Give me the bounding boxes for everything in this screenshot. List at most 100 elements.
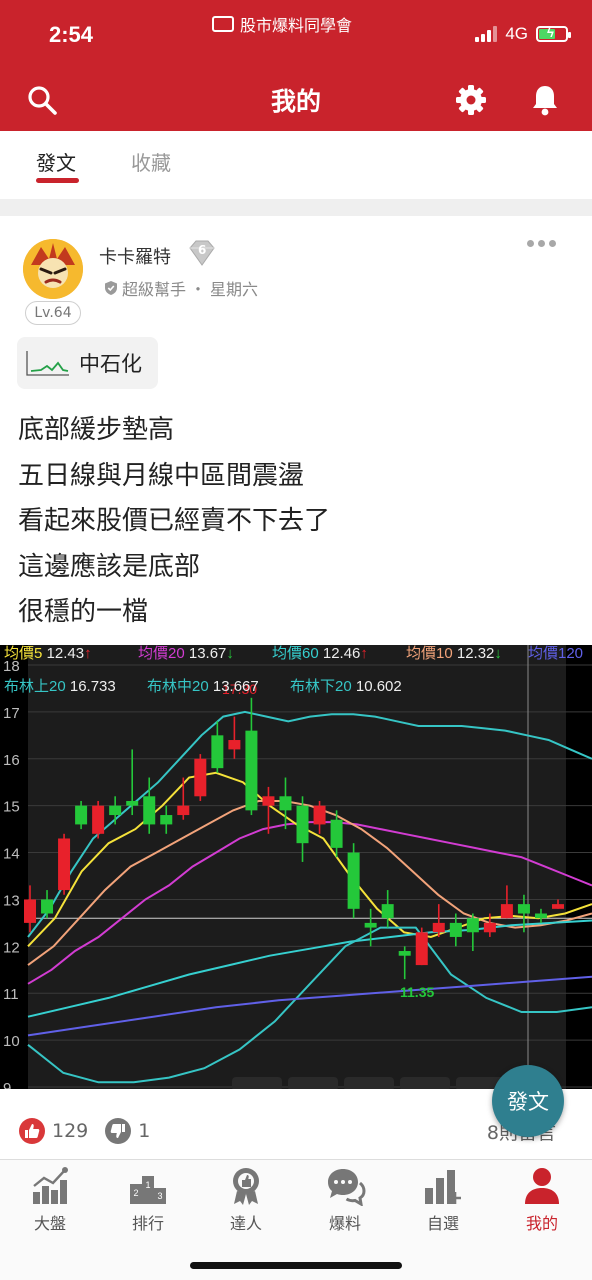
bollinger-legend-item: 布林上20 16.733 [4, 678, 116, 695]
candle-body [483, 922, 496, 933]
watchlist-chart-icon [425, 1170, 461, 1204]
dislike-count: 1 [138, 1120, 151, 1142]
post-line: 底部緩步墊高 [18, 415, 175, 445]
candle-body [177, 805, 190, 816]
y-tick-label: 10 [3, 1033, 20, 1050]
market-chart-icon [33, 1167, 68, 1204]
nav-label: 我的 [525, 1214, 558, 1233]
y-tick-label: 12 [3, 939, 20, 956]
nav-label: 大盤 [33, 1214, 66, 1233]
nav-label: 達人 [229, 1214, 262, 1233]
carrier-text: 股市爆料同學會 [240, 16, 353, 35]
tab-active-indicator [36, 178, 79, 183]
candle-body [228, 740, 241, 750]
y-tick-label: 17 [3, 705, 20, 722]
chart-low-label: 11.35 [400, 984, 434, 1000]
candle-body [279, 796, 292, 811]
candle-body [296, 805, 309, 844]
post-body: 底部緩步墊高 五日線與月線中區間震盪 看起來股價已經賣不下去了 這邊應該是底部 … [18, 408, 578, 636]
compose-post-button[interactable]: 發文 [492, 1065, 564, 1137]
like-button[interactable] [19, 1118, 45, 1144]
svg-text:1: 1 [145, 1180, 150, 1190]
y-tick-label: 13 [3, 892, 20, 909]
stock-tag[interactable]: 中石化 [17, 337, 158, 389]
page-title: 我的 [270, 87, 321, 116]
stock-tag-name: 中石化 [79, 352, 142, 376]
carrier-label: 股市爆料同學會 [212, 12, 352, 36]
candle-body [211, 735, 224, 769]
app-screen: 2:54 股市爆料同學會 4G ϟ 我的 發文 收藏 Lv.64 卡卡羅特 6 … [0, 0, 592, 1280]
nav-market[interactable]: 大盤 [10, 1166, 90, 1234]
home-indicator [190, 1262, 402, 1269]
y-tick-label: 14 [3, 846, 20, 863]
legend-item: 均價10 12.32↓ [406, 645, 502, 662]
podium-icon: 1 2 3 [130, 1176, 166, 1204]
candle-body [432, 922, 445, 933]
expert-medal-icon [233, 1168, 259, 1205]
candlestick-chart: 181716151413121110917.3011.35均價5 12.43↑ 均… [0, 645, 592, 1089]
chat-bubbles-icon [328, 1169, 366, 1206]
nav-tips[interactable]: 爆料 [305, 1166, 385, 1234]
legend-item: 均價20 13.67↓ [138, 645, 234, 662]
nav-watchlist[interactable]: 自選 [403, 1166, 483, 1234]
chart-toolbar-button [288, 1077, 338, 1089]
tab-bar: 發文 收藏 [0, 131, 592, 199]
candle-body [381, 904, 394, 919]
candle-body [364, 922, 377, 928]
gear-icon[interactable] [453, 82, 489, 118]
candle-body [41, 899, 54, 914]
post-line: 五日線與月線中區間震盪 [18, 460, 305, 491]
candle-body [500, 904, 513, 919]
tab-posts[interactable]: 發文 [36, 147, 76, 176]
candle-body [24, 899, 36, 923]
author-name[interactable]: 卡卡羅特 [99, 243, 171, 269]
candle-body [313, 805, 326, 825]
svg-text:2: 2 [133, 1188, 138, 1198]
y-tick-label: 9 [3, 1080, 11, 1089]
candle-body [517, 904, 530, 914]
legend-item: 均價5 12.43↑ [4, 645, 92, 662]
author-role: 超級幫手 [122, 280, 187, 299]
network-label: 4G [505, 24, 528, 43]
candle-body [466, 918, 479, 933]
candle-body [398, 951, 411, 956]
bell-icon[interactable] [527, 82, 563, 118]
post-line: 很穩的一檔 [18, 597, 149, 627]
reaction-bar: 129 1 [19, 1118, 150, 1144]
candle-body [109, 805, 122, 816]
nav-label: 排行 [131, 1214, 164, 1233]
status-indicators: 4G ϟ [475, 24, 571, 44]
shield-icon [105, 281, 117, 295]
author-subline: 超級幫手 ・ 星期六 [104, 276, 258, 300]
post-day: 星期六 [210, 280, 259, 299]
svg-text:3: 3 [157, 1191, 162, 1201]
top-bar: 2:54 股市爆料同學會 4G ϟ 我的 [0, 0, 592, 131]
bollinger-legend-item: 布林下20 10.602 [290, 678, 402, 695]
bollinger-legend-item: 布林中20 13.667 [147, 678, 259, 695]
avatar[interactable] [23, 239, 83, 299]
tab-favorites[interactable]: 收藏 [131, 147, 171, 176]
candle-body [194, 758, 207, 797]
mini-chart-icon [26, 351, 69, 376]
section-divider [0, 199, 592, 216]
nav-ranking[interactable]: 1 2 3 排行 [108, 1166, 188, 1234]
signal-icon [475, 26, 498, 42]
candle-body [552, 904, 564, 909]
more-options-icon[interactable] [527, 240, 556, 247]
candle-body [347, 852, 360, 909]
post-chart-image[interactable]: 18 17 16 15 14 13 12 11 10 9 17.30 11.35 均價5 12.43↑ 均… [0, 645, 592, 1089]
candle-body [415, 932, 428, 966]
app-switch-icon [212, 16, 234, 32]
status-time: 2:54 [49, 22, 94, 47]
badge-number: 6 [198, 243, 207, 257]
candle-body [143, 796, 156, 825]
chart-toolbar-button [400, 1077, 450, 1089]
nav-label: 自選 [426, 1214, 459, 1233]
nav-experts[interactable]: 達人 [206, 1166, 286, 1234]
dislike-button[interactable] [105, 1118, 132, 1144]
candle-body [75, 805, 88, 825]
nav-profile[interactable]: 我的 [502, 1166, 582, 1234]
candle-body [160, 815, 173, 825]
user-icon [525, 1168, 559, 1204]
candle-body [245, 730, 258, 811]
